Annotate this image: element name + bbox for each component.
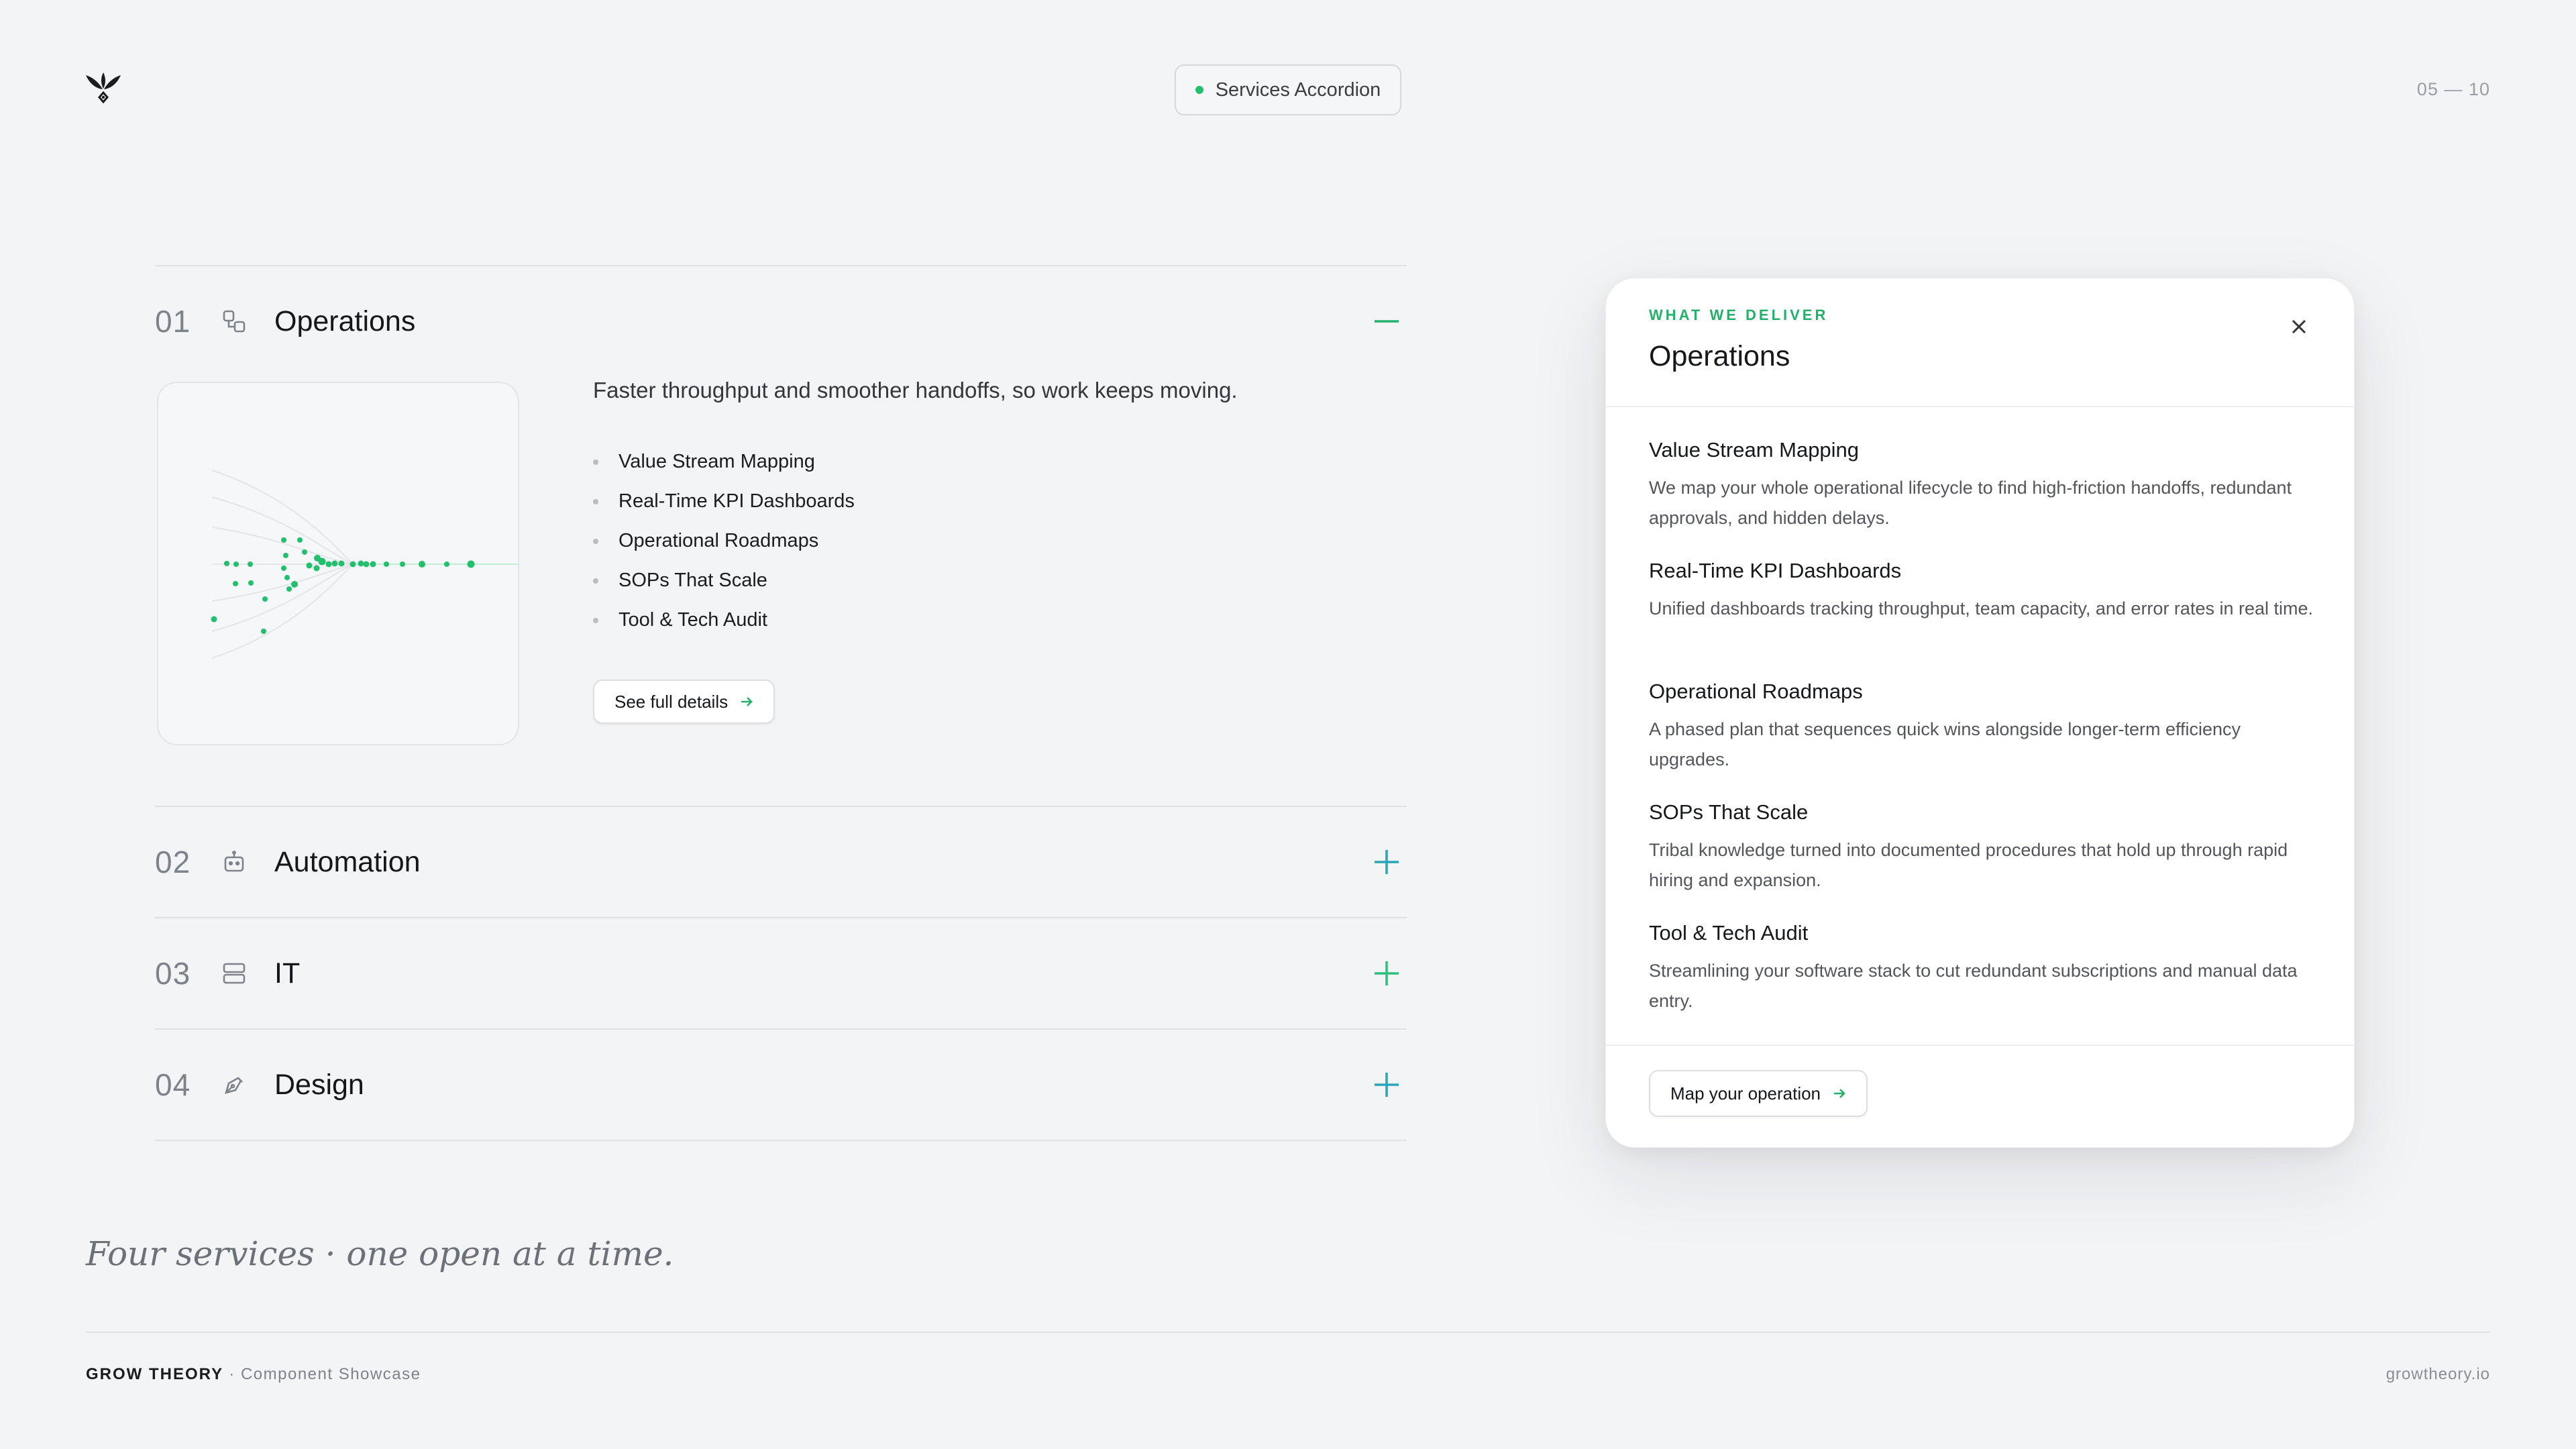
operations-flow-visual (157, 382, 519, 745)
operations-description: Faster throughput and smoother handoffs,… (593, 378, 1238, 402)
feature-label: Value Stream Mapping (619, 451, 815, 472)
deliverable-title: Value Stream Mapping (1649, 438, 1860, 462)
footer-site-link[interactable]: growtheory.io (2386, 1365, 2490, 1384)
grow-theory-logo (86, 72, 121, 104)
bullet-icon (593, 459, 598, 465)
accordion-header-it[interactable]: 03 IT (155, 918, 1407, 1028)
accordion-panel-operations: Faster throughput and smoother handoffs,… (155, 376, 1407, 806)
deliverable-title: Tool & Tech Audit (1649, 921, 1809, 945)
expand-plus-icon[interactable] (1373, 960, 1400, 987)
services-accordion: 01 Operations Faster throughput and smoo… (155, 265, 1407, 1141)
robot-icon (222, 850, 246, 874)
feature-label: Tool & Tech Audit (619, 609, 767, 631)
deliverable-title: Operational Roadmaps (1649, 680, 1863, 703)
list-item: SOPs That Scale (593, 561, 855, 600)
accordion-header-operations[interactable]: 01 Operations (155, 266, 1407, 376)
footer-subtitle: Component Showcase (240, 1365, 421, 1383)
deliverable-title: Real-Time KPI Dashboards (1649, 559, 1902, 582)
accordion-number: 04 (155, 1067, 191, 1102)
bullet-icon (593, 538, 598, 544)
footer-separator: · (229, 1365, 235, 1383)
accordion-item-design: 04 Design (155, 1028, 1407, 1141)
section-pill: Services Accordion (1175, 64, 1401, 115)
accordion-number: 01 (155, 304, 191, 339)
list-item: Tool & Tech Audit (593, 600, 855, 640)
list-item: Value Stream Mapping (593, 442, 855, 482)
section-pill-label: Services Accordion (1215, 78, 1381, 101)
arrow-right-icon (1834, 1089, 1845, 1098)
card-eyebrow: WHAT WE DELIVER (1649, 307, 1829, 323)
footer-brand: GROW THEORY · Component Showcase (86, 1365, 421, 1384)
expand-plus-icon[interactable] (1373, 1071, 1400, 1098)
bullet-icon (593, 498, 598, 504)
accordion-header-automation[interactable]: 02 Automation (155, 807, 1407, 917)
deliverable-item: Real-Time KPI Dashboards Unified dashboa… (1649, 559, 2313, 680)
accordion-item-it: 03 IT (155, 917, 1407, 1028)
deliverable-item: Tool & Tech Audit Streamlining your soft… (1649, 921, 2311, 1042)
deliverable-description: Unified dashboards tracking throughput, … (1649, 598, 2314, 619)
bullet-icon (593, 578, 598, 584)
list-item: Operational Roadmaps (593, 521, 855, 561)
server-icon (222, 961, 246, 985)
deliverable-item: Value Stream Mapping We map your whole o… (1649, 438, 2311, 559)
operations-feature-list: Value Stream Mapping Real-Time KPI Dashb… (593, 442, 855, 640)
deliverable-item: SOPs That Scale Tribal knowledge turned … (1649, 800, 2311, 921)
tagline: Four services · one open at a time. (86, 1234, 674, 1273)
expand-plus-icon[interactable] (1373, 849, 1400, 875)
accordion-title: Operations (274, 305, 416, 337)
accordion-number: 03 (155, 956, 191, 991)
deliverable-description: We map your whole operational lifecycle … (1649, 478, 2292, 528)
deliverable-description: A phased plan that sequences quick wins … (1649, 719, 2241, 769)
bullet-icon (593, 617, 598, 623)
workflow-icon (222, 309, 246, 333)
accordion-number: 02 (155, 845, 191, 879)
accordion-header-design[interactable]: 04 Design (155, 1030, 1407, 1140)
deliverable-title: SOPs That Scale (1649, 800, 1809, 824)
pen-tool-icon (222, 1073, 246, 1097)
map-your-operation-label: Map your operation (1670, 1083, 1821, 1104)
accordion-title: IT (274, 957, 301, 989)
see-full-details-button[interactable]: See full details (593, 680, 775, 724)
card-deliverables-list: Value Stream Mapping We map your whole o… (1606, 407, 2354, 1046)
page-counter: 05 — 10 (2416, 79, 2490, 99)
service-detail-card: WHAT WE DELIVER Operations Value Stream … (1605, 278, 2355, 1148)
close-icon[interactable] (2286, 313, 2312, 340)
feature-label: Operational Roadmaps (619, 530, 819, 551)
deliverable-description: Streamlining your software stack to cut … (1649, 961, 2298, 1011)
feature-label: Real-Time KPI Dashboards (619, 490, 855, 512)
map-your-operation-button[interactable]: Map your operation (1649, 1070, 1868, 1117)
accordion-title: Design (274, 1068, 364, 1101)
deliverable-description: Tribal knowledge turned into documented … (1649, 840, 2288, 890)
arrow-right-icon (741, 697, 753, 706)
footer-divider (86, 1332, 2490, 1333)
accordion-item-automation: 02 Automation (155, 806, 1407, 917)
card-title: Operations (1649, 340, 1790, 372)
accordion-item-operations: 01 Operations Faster throughput and smoo… (155, 265, 1407, 806)
deliverable-item: Operational Roadmaps A phased plan that … (1649, 680, 2311, 800)
card-footer: Map your operation (1606, 1046, 2354, 1146)
collapse-minus-icon[interactable] (1373, 308, 1400, 335)
list-item: Real-Time KPI Dashboards (593, 482, 855, 521)
status-dot (1195, 86, 1203, 94)
see-full-details-label: See full details (614, 691, 729, 712)
footer-brand-name: GROW THEORY (86, 1365, 224, 1383)
feature-label: SOPs That Scale (619, 570, 767, 591)
card-header: WHAT WE DELIVER Operations (1606, 278, 2354, 407)
accordion-title: Automation (274, 845, 421, 878)
